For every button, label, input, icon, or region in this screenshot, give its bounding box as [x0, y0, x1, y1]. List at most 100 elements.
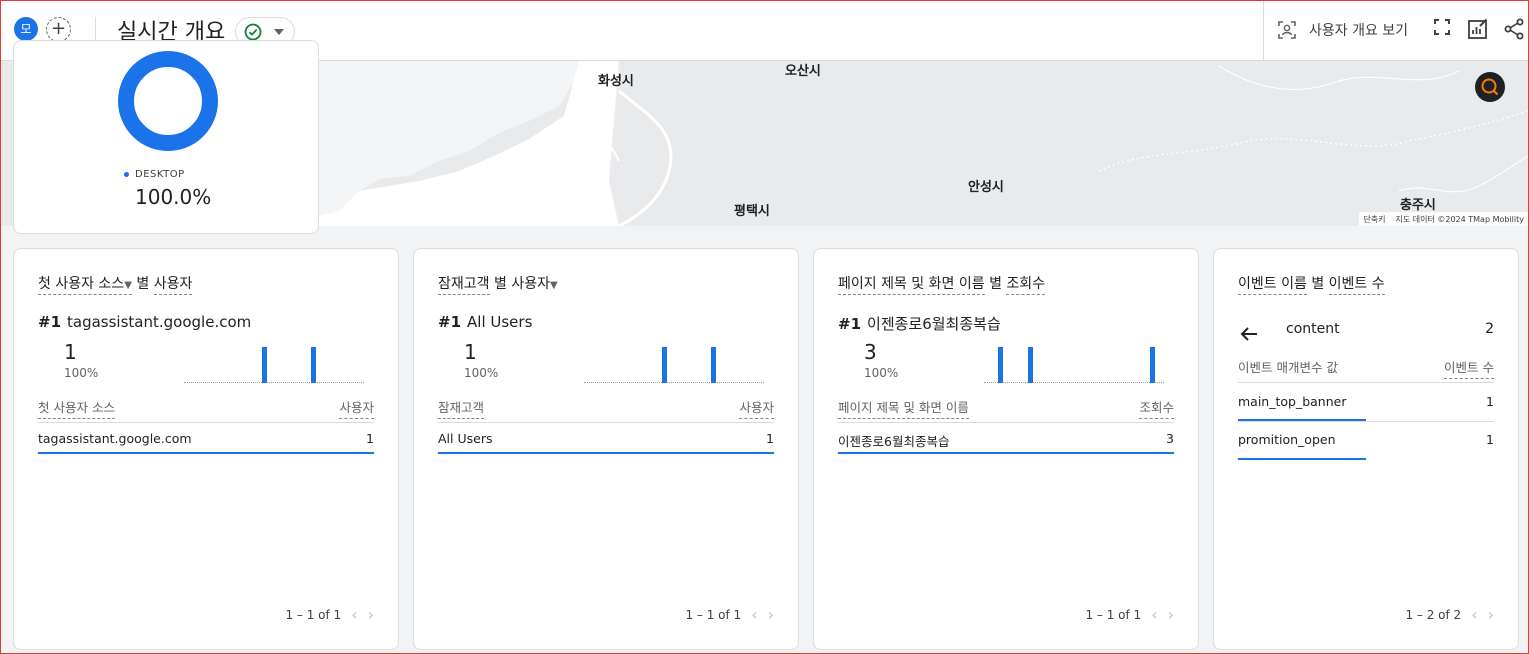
row-value: 3: [1166, 431, 1174, 446]
chevron-left-icon[interactable]: ‹: [1471, 605, 1477, 624]
avatar[interactable]: 모: [14, 17, 38, 41]
metric-label[interactable]: 사용자: [153, 276, 193, 295]
dimension-label[interactable]: 페이지 제목 및 화면 이름: [838, 276, 985, 295]
title-connector: 별: [989, 276, 1002, 292]
pagination: 1 – 1 of 1 ‹ ›: [1085, 605, 1174, 624]
top-item-label: All Users: [467, 313, 533, 331]
page-range: 1 – 1 of 1: [285, 607, 342, 622]
donut-slice-desktop: [118, 51, 218, 151]
row-value: 1: [766, 431, 774, 446]
minute-sparkline: [984, 343, 1164, 383]
top-item-value: 3: [864, 340, 877, 364]
map-shortcuts-link[interactable]: 단축키: [1363, 214, 1385, 224]
row-share-bar: [1238, 458, 1366, 460]
table-divider: [838, 422, 1174, 423]
chevron-right-icon[interactable]: ›: [768, 605, 774, 624]
metric-selector[interactable]: 별 사용자▼: [494, 276, 558, 292]
top-item-label: 이젠종로6월최종복습: [867, 315, 1001, 333]
column-header-dimension[interactable]: 잠재고객: [438, 397, 485, 419]
chevron-right-icon[interactable]: ›: [1168, 605, 1174, 624]
table-divider: [438, 422, 774, 423]
map-city-label: 오산시: [785, 64, 821, 79]
legend-label: DESKTOP: [135, 169, 185, 180]
row-label: All Users: [438, 431, 493, 446]
add-comparison-button[interactable]: +: [46, 17, 71, 42]
legend-dot-icon: [124, 172, 129, 177]
sparkline-bar: [711, 347, 716, 383]
row-label: promition_open: [1238, 432, 1336, 447]
dimension-selector[interactable]: 잠재고객: [438, 276, 490, 295]
title-connector: 별: [136, 276, 150, 292]
top-item-label: tagassistant.google.com: [67, 313, 252, 331]
table-row[interactable]: All Users 1: [438, 431, 774, 446]
map-terrain: [319, 61, 1528, 226]
row-label: main_top_banner: [1238, 394, 1347, 409]
device-category-card: DESKTOP 100.0%: [13, 40, 319, 234]
share-icon[interactable]: [1503, 18, 1525, 40]
chevron-right-icon[interactable]: ›: [1488, 605, 1494, 624]
donut-percentage: 100.0%: [135, 185, 212, 209]
event-total: 2: [1485, 321, 1494, 337]
top-item-line: #1 All Users: [438, 313, 532, 331]
table-header: 잠재고객 사용자: [438, 397, 774, 419]
column-header-dimension[interactable]: 첫 사용자 소스: [38, 397, 115, 419]
table-divider: [1238, 421, 1494, 422]
page-range: 1 – 1 of 1: [685, 607, 742, 622]
fullscreen-icon[interactable]: [1434, 19, 1450, 35]
chevron-left-icon[interactable]: ‹: [1151, 605, 1157, 624]
donut-legend: DESKTOP: [124, 169, 185, 180]
table-header: 첫 사용자 소스 사용자: [38, 397, 374, 419]
user-overview-button[interactable]: 사용자 개요 보기: [1277, 17, 1408, 43]
event-name: content: [1286, 321, 1340, 337]
column-header-metric[interactable]: 사용자: [339, 397, 374, 419]
column-header-metric[interactable]: 사용자: [739, 397, 774, 419]
arrow-back-icon[interactable]: [1238, 323, 1260, 345]
metric-label[interactable]: 조회수: [1006, 276, 1046, 295]
top-item-line: #1 tagassistant.google.com: [38, 313, 251, 331]
row-value: 1: [1486, 432, 1494, 447]
chevron-right-icon[interactable]: ›: [368, 605, 374, 624]
sparkline-baseline: [184, 382, 364, 383]
chevron-left-icon[interactable]: ‹: [351, 605, 357, 624]
metric-label[interactable]: 이벤트 수: [1328, 276, 1385, 295]
table-row[interactable]: tagassistant.google.com 1: [38, 431, 374, 446]
sparkline-bar: [1028, 347, 1033, 383]
column-header-metric[interactable]: 이벤트 수: [1444, 357, 1494, 379]
page-title-views-card: 페이지 제목 및 화면 이름 별 조회수 #1 이젠종로6월최종복습 3 100%…: [813, 248, 1199, 650]
rank-label: #1: [838, 315, 862, 333]
audience-card: 잠재고객 별 사용자▼ #1 All Users 1 100% 잠재고객 사용자 …: [413, 248, 799, 650]
column-header-metric[interactable]: 조회수: [1139, 397, 1174, 419]
row-label: 이젠종로6월최종복습: [838, 434, 950, 449]
row-label: tagassistant.google.com: [38, 431, 192, 446]
map-city-label: 평택시: [734, 204, 770, 219]
pagination: 1 – 2 of 2 ‹ ›: [1405, 605, 1494, 624]
edit-report-icon[interactable]: [1467, 18, 1489, 40]
sparkline-baseline: [984, 382, 1164, 383]
top-item-line: #1 이젠종로6월최종복습: [838, 313, 1001, 334]
header-right-divider: [1263, 1, 1264, 61]
column-header-param: 이벤트 매개변수 값: [1238, 360, 1338, 375]
user-overview-label: 사용자 개요 보기: [1309, 23, 1409, 39]
dimension-label[interactable]: 이벤트 이름: [1238, 276, 1307, 295]
map-city-label: 안성시: [968, 180, 1004, 195]
map-search-button[interactable]: [1475, 72, 1505, 102]
row-value: 1: [1486, 394, 1494, 409]
chevron-down-icon: [274, 29, 284, 35]
chevron-left-icon[interactable]: ‹: [751, 605, 757, 624]
row-share-bar: [38, 452, 374, 454]
rank-label: #1: [38, 313, 62, 331]
top-item-percent: 100%: [464, 366, 499, 380]
card-title: 페이지 제목 및 화면 이름 별 조회수: [838, 273, 1046, 295]
column-header-dimension[interactable]: 페이지 제목 및 화면 이름: [838, 397, 969, 419]
table-row[interactable]: promition_open 1: [1238, 432, 1494, 447]
table-row[interactable]: 이젠종로6월최종복습 3: [838, 431, 1174, 450]
map-city-label: 화성시: [598, 74, 634, 89]
dimension-selector[interactable]: 첫 사용자 소스▼: [38, 276, 132, 295]
top-item-value: 1: [464, 340, 477, 364]
sparkline-bar: [1150, 347, 1155, 383]
card-title: 이벤트 이름 별 이벤트 수: [1238, 273, 1385, 295]
table-row[interactable]: main_top_banner 1: [1238, 394, 1494, 409]
user-location-map[interactable]: 화성시 오산시 안성시 평택시 충주시 단축키 지도 데이터 ©2024 TMa…: [319, 61, 1528, 226]
pagination: 1 – 1 of 1 ‹ ›: [685, 605, 774, 624]
first-user-source-card: 첫 사용자 소스▼ 별 사용자 #1 tagassistant.google.co…: [13, 248, 399, 650]
